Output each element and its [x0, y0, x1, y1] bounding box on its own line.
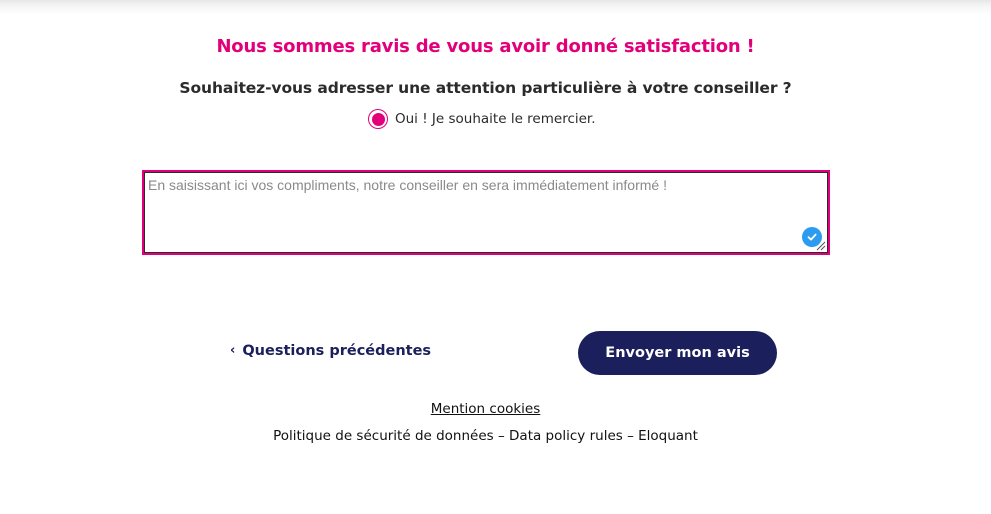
cookies-link[interactable]: Mention cookies: [431, 401, 541, 417]
compliment-field-frame: [142, 170, 830, 255]
top-shadow: [0, 0, 991, 16]
radio-selected-dot: [371, 112, 385, 126]
previous-questions-link[interactable]: ‹ Questions précédentes: [230, 342, 432, 360]
send-review-button[interactable]: Envoyer mon avis: [578, 331, 777, 375]
resize-grip-icon[interactable]: [814, 239, 826, 251]
chevron-left-icon: ‹: [230, 342, 236, 358]
radio-label[interactable]: Oui ! Je souhaite le remercier.: [395, 111, 596, 127]
radio-option-thank[interactable]: Oui ! Je souhaite le remercier.: [368, 107, 596, 131]
radio-button[interactable]: [368, 109, 388, 129]
policy-text: Politique de sécurité de données – Data …: [273, 428, 698, 444]
previous-questions-label: Questions précédentes: [242, 343, 432, 359]
cookies-link-row: Mention cookies: [0, 401, 971, 417]
page-title: Nous sommes ravis de vous avoir donné sa…: [216, 36, 755, 57]
compliment-textarea[interactable]: [144, 172, 828, 253]
question-text: Souhaitez-vous adresser une attention pa…: [179, 79, 792, 97]
